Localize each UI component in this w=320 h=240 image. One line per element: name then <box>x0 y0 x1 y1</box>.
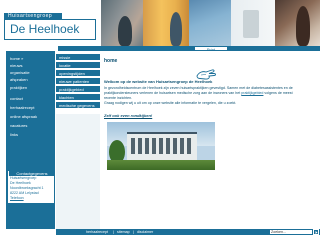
contact-box: Contactgegevens Huisartsengroep De Heelh… <box>7 170 55 204</box>
subnav-item-locatie[interactable]: locatie <box>56 62 100 69</box>
subnav-item-klachten[interactable]: klachten <box>56 94 100 101</box>
phone-graphic <box>243 10 259 38</box>
search-button[interactable] <box>313 229 319 235</box>
subnav-item-nieuwe-patienten[interactable]: nieuwe patienten <box>56 78 100 85</box>
footer-separator: | <box>133 230 134 234</box>
nav-item-nieuws[interactable]: nieuws <box>10 62 54 69</box>
nav-item-herhaalrecept[interactable]: herhaalrecept <box>10 104 54 111</box>
virtual-tour-link[interactable]: Zelf ook even rondkijken! <box>104 113 152 118</box>
sub-navigation: missie locatie openingstijden nieuwe pat… <box>56 51 100 229</box>
nav-item-praktijken[interactable]: praktijken <box>10 84 54 91</box>
header-photo-building <box>189 0 231 46</box>
subnav-item-openingstijden[interactable]: openingstijden <box>56 70 100 77</box>
photo-windows <box>131 138 193 154</box>
photo-ground <box>107 160 215 170</box>
subnav-item-praktijkgebied[interactable]: praktijkgebied <box>56 86 100 93</box>
subnav-item-missie[interactable]: missie <box>56 54 100 61</box>
search-arrow-icon <box>315 231 318 234</box>
main-navigation: home » nieuws organisatie afspraken prak… <box>6 51 55 229</box>
nav-item-organisatie[interactable]: organisatie <box>10 69 54 76</box>
intro-paragraph-line: Graag nodigen wij u uit om op onze websi… <box>104 101 237 105</box>
header-photo-consultation <box>143 0 189 46</box>
subnav-background <box>56 114 100 229</box>
footer-link-disclaimer[interactable]: disclaimer <box>137 229 153 235</box>
footer-link-herhaalrecept[interactable]: herhaalrecept <box>86 229 108 235</box>
intro-paragraph-text: volgens de meest <box>263 91 293 95</box>
praktijkgebied-link[interactable]: praktijkgebied <box>241 91 263 95</box>
main-content: home Welkom op de website van Huisartsen… <box>103 51 320 229</box>
nav-item-links[interactable]: links <box>10 131 54 138</box>
site-header: Huisartsengroep De Heelhoek <box>0 0 320 46</box>
nav-item-home[interactable]: home » <box>10 55 54 62</box>
page-title: home <box>104 58 118 64</box>
welcome-heading: Welkom op de website van Huisartsengroep… <box>104 79 213 84</box>
intro-paragraph-text: praktijkondersteuners verlenen de huisar… <box>104 91 242 95</box>
search-input[interactable] <box>269 229 313 235</box>
footer-link-sitemap[interactable]: sitemap <box>117 229 130 235</box>
site-footer: herhaalrecept | sitemap | disclaimer <box>0 229 320 240</box>
nav-item-vacatures[interactable]: vacatures <box>10 122 54 129</box>
subnav-item-medische-gegevens[interactable]: medische gegevens <box>56 102 100 109</box>
header-photo-person <box>118 16 132 46</box>
header-photo-person <box>170 12 182 46</box>
building-photo[interactable] <box>107 122 215 170</box>
header-photo-person <box>296 6 310 46</box>
footer-separator: | <box>113 230 114 234</box>
logo-title[interactable]: De Heelhoek <box>4 19 96 40</box>
contact-phone-link[interactable]: Telefoon <box>10 196 55 201</box>
nav-item-online-afspraak[interactable]: online afspraak <box>10 113 54 120</box>
nav-item-afspraken[interactable]: afspraken <box>10 76 54 83</box>
nav-item-contact[interactable]: contact <box>10 95 54 102</box>
